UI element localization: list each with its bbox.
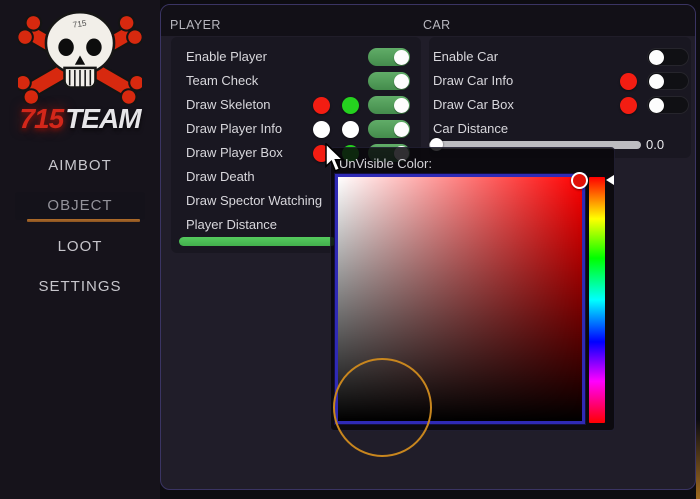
row-label: Player Distance — [186, 213, 277, 237]
sidebar-item-object[interactable]: OBJECT — [15, 192, 145, 220]
cheat-menu-screen: { "sidebar": { "logo": { "part1": "715",… — [0, 0, 700, 499]
row-label: Draw Car Info — [433, 69, 513, 93]
color-swatch-green[interactable] — [342, 97, 359, 114]
car-section-title: CAR — [423, 18, 451, 32]
toggle-team-check[interactable] — [368, 72, 410, 90]
toggle-knob — [649, 50, 664, 65]
row-label: Draw Death — [186, 165, 255, 189]
toggle-knob — [649, 98, 664, 113]
color-swatch-white[interactable] — [342, 121, 359, 138]
row-label: Enable Player — [186, 45, 267, 69]
toggle-enable-player[interactable] — [368, 48, 410, 66]
toggle-knob — [394, 50, 409, 65]
toggle-knob — [394, 98, 409, 113]
row-enable-car: Enable Car — [429, 45, 691, 69]
sv-selector-circle[interactable] — [571, 172, 588, 189]
sidebar-item-aimbot[interactable]: AIMBOT — [15, 152, 145, 180]
player-distance-slider[interactable] — [179, 237, 336, 246]
row-draw-skeleton: Draw Skeleton — [171, 93, 421, 117]
sidebar: 715 715TEAM AIMBOT OBJECT LOOT SETTINGS — [0, 0, 160, 499]
team-logo-text: 715TEAM — [0, 103, 160, 135]
toggle-draw-skeleton[interactable] — [368, 96, 410, 114]
team-logo: 715 715TEAM — [0, 4, 160, 144]
toggle-draw-car-box[interactable] — [647, 96, 689, 114]
row-label: Team Check — [186, 69, 258, 93]
toggle-knob — [394, 122, 409, 137]
skull-and-crossbones-icon: 715 — [18, 6, 142, 104]
hue-slider[interactable] — [589, 177, 605, 423]
row-enable-player: Enable Player — [171, 45, 421, 69]
color-picker-title: UnVisible Color: — [339, 156, 432, 171]
mouse-cursor-icon — [324, 143, 346, 178]
row-label: Draw Player Info — [186, 117, 282, 141]
player-section-title: PLAYER — [170, 18, 221, 32]
car-panel: 0.0 Enable CarDraw Car InfoDraw Car BoxC… — [429, 37, 691, 158]
toggle-draw-car-info[interactable] — [647, 72, 689, 90]
color-swatch-white[interactable] — [313, 121, 330, 138]
row-draw-car-info: Draw Car Info — [429, 69, 691, 93]
row-label: Draw Player Box — [186, 141, 283, 165]
sidebar-item-settings[interactable]: SETTINGS — [15, 273, 145, 301]
toggle-draw-player-info[interactable] — [368, 120, 410, 138]
color-swatch-red[interactable] — [620, 73, 637, 90]
logo-715-text: 715 — [19, 103, 63, 134]
row-label: Draw Skeleton — [186, 93, 271, 117]
row-car-distance: Car Distance — [429, 117, 691, 141]
logo-team-text: TEAM — [65, 103, 140, 134]
aim-fov-circle — [333, 358, 432, 457]
screen-edge-glow — [696, 420, 700, 499]
sidebar-item-loot[interactable]: LOOT — [15, 233, 145, 261]
hue-slider-arrow-icon[interactable] — [606, 175, 614, 185]
row-team-check: Team Check — [171, 69, 421, 93]
toggle-knob — [394, 74, 409, 89]
active-tab-underline — [27, 219, 140, 222]
color-swatch-red[interactable] — [313, 97, 330, 114]
row-label: Enable Car — [433, 45, 498, 69]
row-label: Draw Spector Watching — [186, 189, 322, 213]
toggle-knob — [649, 74, 664, 89]
color-swatch-red[interactable] — [620, 97, 637, 114]
row-draw-player-info: Draw Player Info — [171, 117, 421, 141]
row-draw-car-box: Draw Car Box — [429, 93, 691, 117]
toggle-enable-car[interactable] — [647, 48, 689, 66]
row-label: Car Distance — [433, 117, 508, 141]
row-label: Draw Car Box — [433, 93, 514, 117]
